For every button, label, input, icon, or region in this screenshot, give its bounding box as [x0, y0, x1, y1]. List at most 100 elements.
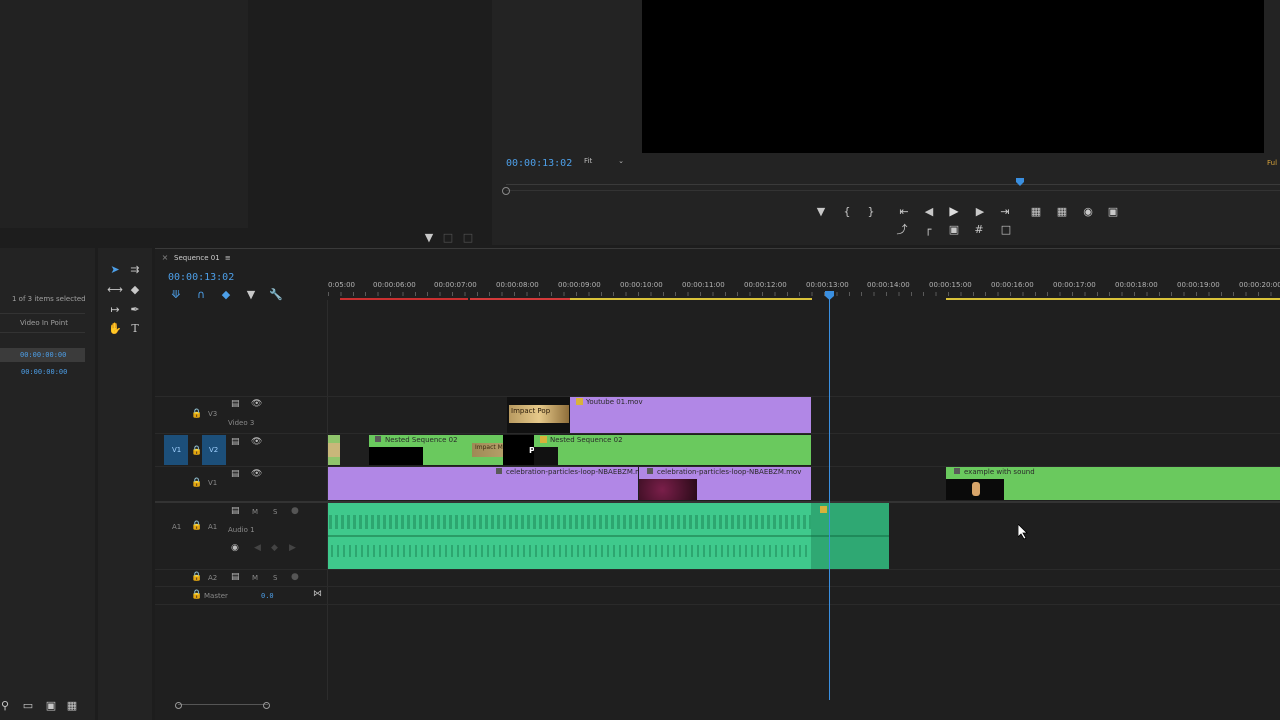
lock-icon[interactable]: 🔒 [191, 409, 202, 419]
menu-icon[interactable]: ≡ [225, 254, 231, 262]
new-item-icon[interactable]: ▣ [45, 700, 57, 711]
timeline-zoom-scrollbar[interactable] [175, 702, 270, 709]
type-tool-icon[interactable]: T [128, 322, 142, 334]
go-to-in-icon[interactable]: ⇤ [897, 205, 911, 217]
lock-icon[interactable]: 🔒 [191, 478, 202, 488]
search-bin-icon[interactable]: □ [462, 231, 474, 243]
wrench-icon[interactable]: 🔧 [269, 288, 283, 300]
extract-icon[interactable]: ▦ [1055, 205, 1069, 217]
clip-example-with-sound[interactable]: example with sound [946, 467, 1280, 500]
folder-icon[interactable]: ▭ [22, 700, 34, 711]
audio-clip-a1-tail[interactable] [811, 503, 889, 569]
step-back-icon[interactable]: ◀ [923, 205, 935, 217]
microphone-icon[interactable]: ● [291, 572, 299, 582]
ruler-label: 00:00:13:00 [806, 281, 849, 289]
hand-tool-icon[interactable]: ✋ [108, 322, 122, 334]
eye-icon[interactable]: 👁 [251, 399, 262, 409]
mute-button[interactable]: M [252, 508, 258, 516]
list-item-selected[interactable]: 00:00:00:00 [0, 348, 85, 362]
pen-tool-icon[interactable]: ✒ [128, 303, 142, 315]
lock-icon[interactable]: 🔒 [191, 521, 202, 531]
example-thumb-figure [972, 482, 980, 496]
lock-icon[interactable]: 🔒 [191, 590, 202, 600]
audio-clip-a1[interactable] [328, 503, 811, 569]
source-patch-a1[interactable]: A1 [172, 523, 181, 531]
mouse-cursor-icon [1018, 524, 1028, 540]
clip-impact-pop[interactable]: Impact Pop [507, 397, 573, 433]
sync-lock-icon[interactable]: ▤ [231, 572, 240, 582]
eye-icon[interactable]: 👁 [251, 437, 262, 447]
export-icon[interactable]: ⤴ [896, 223, 908, 235]
keyframe-next-icon[interactable]: ▶ [289, 543, 296, 553]
solo-button[interactable]: S [273, 508, 277, 516]
comparison-view-icon[interactable]: ▣ [1106, 205, 1120, 217]
search-icon[interactable]: ⚲ [0, 700, 10, 711]
eye-icon[interactable]: 👁 [251, 469, 262, 479]
filter-icon[interactable]: ▼ [423, 231, 435, 243]
slip-tool-icon[interactable]: ↦ [108, 303, 122, 315]
project-panel-top [0, 0, 248, 228]
close-tab-icon[interactable]: × [161, 254, 169, 262]
safe-margins-icon[interactable]: ▣ [948, 223, 960, 235]
sync-lock-icon[interactable]: ▤ [231, 437, 240, 447]
timeline-timecode[interactable]: 00:00:13:02 [168, 272, 234, 283]
clip-label: Youtube 01.mov [576, 398, 643, 406]
trim-icon[interactable]: ┌ [922, 223, 934, 235]
clip-celebration-2[interactable]: celebration-particles-loop-NBAEBZM.mov [639, 467, 811, 500]
go-to-out-icon[interactable]: ⇥ [998, 205, 1012, 217]
keyframe-add-icon[interactable]: ◆ [271, 543, 278, 553]
lock-icon[interactable]: 🔒 [191, 446, 202, 456]
source-patch-v1[interactable]: V1 [164, 435, 188, 465]
ripple-edit-icon[interactable]: ⟷ [107, 283, 123, 295]
grid-icon[interactable]: # [973, 223, 985, 235]
step-forward-icon[interactable]: ▶ [974, 205, 986, 217]
clip-small-left[interactable] [328, 435, 340, 465]
add-marker-icon[interactable]: ▼ [245, 288, 257, 300]
mark-out-icon[interactable]: } [865, 205, 877, 217]
export-frame-icon[interactable]: ◉ [1082, 205, 1094, 217]
play-icon[interactable]: ▶ [947, 204, 961, 218]
list-item[interactable]: 00:00:00:00 [0, 365, 85, 379]
insert-sequence-icon[interactable]: ⟱ [170, 288, 182, 300]
track-select-icon[interactable]: ⇉ [128, 263, 142, 275]
razor-tool-icon[interactable]: ◆ [128, 283, 142, 295]
master-volume[interactable]: 0.0 [261, 592, 274, 600]
microphone-icon[interactable]: ● [291, 506, 299, 516]
sync-lock-icon[interactable]: ▤ [231, 506, 240, 516]
sequence-tab[interactable]: Sequence 01 ≡ [174, 254, 231, 262]
lock-icon[interactable]: 🔒 [191, 572, 202, 582]
column-header[interactable]: Video In Point [20, 319, 68, 327]
ruler-label: 00:00:15:00 [929, 281, 972, 289]
new-bin-icon[interactable]: □ [442, 231, 454, 243]
scrollbar-left-handle[interactable] [175, 702, 182, 709]
sync-lock-icon[interactable]: ▤ [231, 469, 240, 479]
clip-celebration-1[interactable]: celebration-particles-loop-NBAEBZM.mov [328, 467, 638, 500]
scrollbar-right-handle[interactable] [263, 702, 270, 709]
snap-icon[interactable]: ∩ [195, 288, 207, 300]
sync-lock-icon[interactable]: ▤ [231, 399, 240, 409]
keyframe-prev-icon[interactable]: ◀ [254, 543, 261, 553]
program-timecode[interactable]: 00:00:13:02 [506, 158, 572, 169]
ruler-label: 00:00:12:00 [744, 281, 787, 289]
trash-icon[interactable]: ▦ [66, 700, 78, 711]
fit-dropdown[interactable]: Fit ⌄ [584, 157, 626, 169]
mark-in-icon[interactable]: { [841, 205, 853, 217]
clip-label: Nested Sequence 02 [375, 436, 458, 444]
linked-selection-icon[interactable]: ◆ [220, 288, 232, 300]
clip-youtube[interactable]: Youtube 01.mov [570, 397, 811, 433]
volume-knob-icon[interactable]: ◉ [231, 543, 239, 553]
zoom-handle-icon[interactable] [502, 187, 510, 195]
master-end-icon[interactable]: ⋈ [313, 589, 322, 599]
program-mini-ruler[interactable] [502, 178, 1280, 195]
track-target-v2[interactable]: V2 [202, 435, 226, 465]
selection-tool-icon[interactable]: ➤ [108, 263, 122, 275]
list-divider [0, 313, 85, 314]
lift-icon[interactable]: ▦ [1029, 205, 1043, 217]
solo-button[interactable]: S [273, 574, 277, 582]
clip-nested-2[interactable]: Nested Sequence 02 [534, 435, 811, 465]
example-thumbnail [946, 479, 1004, 500]
add-marker-icon[interactable]: ▼ [815, 205, 827, 217]
full-quality-label[interactable]: Ful [1267, 159, 1277, 167]
mute-button[interactable]: M [252, 574, 258, 582]
comment-icon[interactable]: □ [1000, 223, 1012, 235]
